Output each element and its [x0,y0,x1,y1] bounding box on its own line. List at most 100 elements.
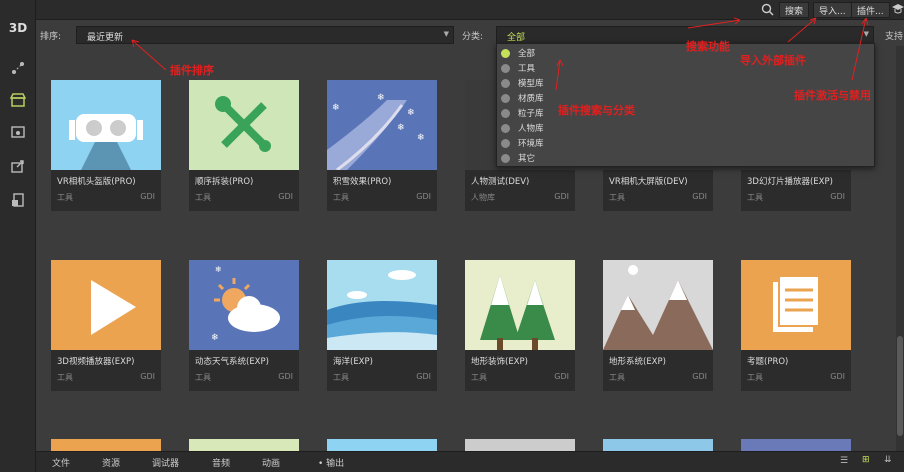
node-graph-icon[interactable] [6,56,30,80]
plugin-card-partial[interactable] [465,439,575,451]
dropdown-item-models[interactable]: 模型库 [501,76,544,90]
chevron-down-icon: ▼ [443,30,449,38]
radio-icon [501,108,510,118]
tab-audio[interactable]: 音频 [212,456,230,469]
radio-icon [501,78,510,88]
support-label[interactable]: 支持 [885,29,903,42]
plugin-category: 工具 [57,373,73,382]
dropdown-item-materials[interactable]: 材质库 [501,91,544,105]
media-icon[interactable] [6,120,30,144]
bottom-tab-bar: 文件 资源 调试器 音频 动画 • 输出 ☰ ⊞ ⇊ [36,451,904,472]
plugin-tag: GDI [830,372,845,381]
dropdown-item-environment[interactable]: 环境库 [501,136,544,150]
plugin-card-partial[interactable] [189,439,299,451]
plugin-card[interactable]: 3D视频播放器(EXP) 工具 GDI [51,260,161,391]
plugin-tag: GDI [278,192,293,201]
plugin-category: 工具 [747,373,763,382]
plugin-card-partial[interactable] [327,439,437,451]
snow-effect-thumbnail: ❄ ❄ ❄ ❄ ❄ [327,80,437,170]
plugin-card[interactable]: ❄ ❄ 动态天气系统(EXP) 工具 GDI [189,260,299,391]
tab-assets[interactable]: 资源 [102,456,120,469]
plugin-category: 工具 [609,373,625,382]
plugin-card[interactable]: 考题(PRO) 工具 GDI [741,260,851,391]
left-sidebar: 3D [0,0,36,472]
graduation-cap-icon[interactable] [892,3,904,18]
terrain-decor-thumbnail [465,260,575,350]
import-button[interactable]: 导入... [813,2,852,18]
document-icon[interactable] [6,188,30,212]
video-player-thumbnail [51,260,161,350]
plugin-card[interactable]: 海洋(EXP) 工具 GDI [327,260,437,391]
search-icon[interactable] [761,3,774,19]
plugin-card[interactable]: 顺序拆装(PRO) 工具 GDI [189,80,299,211]
plugin-name: 动态天气系统(EXP) [195,357,269,367]
plugin-name: 积雪效果(PRO) [333,177,392,187]
chevron-down-icon: ▼ [863,30,869,38]
dropdown-item-people[interactable]: 人物库 [501,121,544,135]
grid-view-icon[interactable]: ⊞ [862,455,870,465]
store-icon[interactable] [6,88,30,112]
annotation-category: 插件搜索与分类 [558,104,635,117]
plugin-card[interactable]: 地形装饰(EXP) 工具 GDI [465,260,575,391]
plugin-tag: GDI [692,192,707,201]
plugin-card-partial[interactable] [603,439,713,451]
svg-text:❄: ❄ [211,333,219,343]
radio-icon [501,138,510,148]
plugin-card-partial[interactable] [51,439,161,451]
svg-text:❄: ❄ [397,123,405,133]
dropdown-item-all[interactable]: 全部 [501,46,535,60]
tab-debugger[interactable]: 调试器 [152,456,179,469]
plugin-name: 3D视频播放器(EXP) [57,357,135,367]
plugin-name: 考题(PRO) [747,357,789,367]
plugin-name: VR相机头盔版(PRO) [57,177,136,187]
plugin-card-partial[interactable] [741,439,851,451]
vertical-scrollbar[interactable] [896,46,904,451]
annotation-enable: 插件激活与禁用 [794,89,871,102]
radio-icon [501,63,510,73]
tools-thumbnail [189,80,299,170]
vr-headset-thumbnail [51,80,161,170]
plugin-tag: GDI [830,192,845,201]
plugin-card[interactable]: VR相机头盔版(PRO) 工具 GDI [51,80,161,211]
scrollbar-thumb[interactable] [897,336,903,436]
plugin-card[interactable]: ❄ ❄ ❄ ❄ ❄ 积雪效果(PRO) 工具 GDI [327,80,437,211]
category-dropdown: 全部 工具 模型库 材质库 粒子库 人物库 环境库 其它 [496,43,875,167]
search-button[interactable]: 搜索 [779,2,810,18]
annotation-search: 搜索功能 [686,40,730,53]
plugin-name: 海洋(EXP) [333,357,373,367]
dropdown-item-particles[interactable]: 粒子库 [501,106,544,120]
plugin-category: 工具 [195,373,211,382]
plugin-name: 顺序拆装(PRO) [195,177,254,187]
plugins-button[interactable]: 插件... [851,2,890,18]
category-label: 分类: [462,32,484,42]
plugin-card[interactable]: 地形系统(EXP) 工具 GDI [603,260,713,391]
export-icon[interactable] [6,154,30,178]
plugin-category: 工具 [747,193,763,202]
dropdown-item-other[interactable]: 其它 [501,151,535,165]
download-icon[interactable]: ⇊ [884,455,892,465]
category-value: 全部 [507,33,526,43]
weather-thumbnail: ❄ ❄ [189,260,299,350]
list-view-icon[interactable]: ☰ [840,456,848,466]
annotation-sort: 插件排序 [170,64,214,77]
dropdown-item-tools[interactable]: 工具 [501,61,535,75]
terrain-system-thumbnail [603,260,713,350]
ocean-thumbnail [327,260,437,350]
plugin-tag: GDI [140,192,155,201]
radio-icon [501,48,510,58]
plugin-category: 工具 [57,193,73,202]
3d-logo: 3D [8,21,28,35]
sort-value: 最近更新 [87,33,124,43]
plugin-category: 人物库 [471,193,495,202]
svg-text:❄: ❄ [407,108,415,118]
category-select[interactable]: 全部 ▼ [496,26,874,44]
sort-select[interactable]: 最近更新 ▼ [76,26,454,44]
svg-text:❄: ❄ [417,133,425,143]
tab-output[interactable]: • 输出 [318,456,344,469]
tab-animation[interactable]: 动画 [262,456,280,469]
tab-file[interactable]: 文件 [52,456,70,469]
plugin-tag: GDI [554,192,569,201]
plugin-category: 工具 [333,193,349,202]
plugin-category: 工具 [333,373,349,382]
radio-icon [501,123,510,133]
